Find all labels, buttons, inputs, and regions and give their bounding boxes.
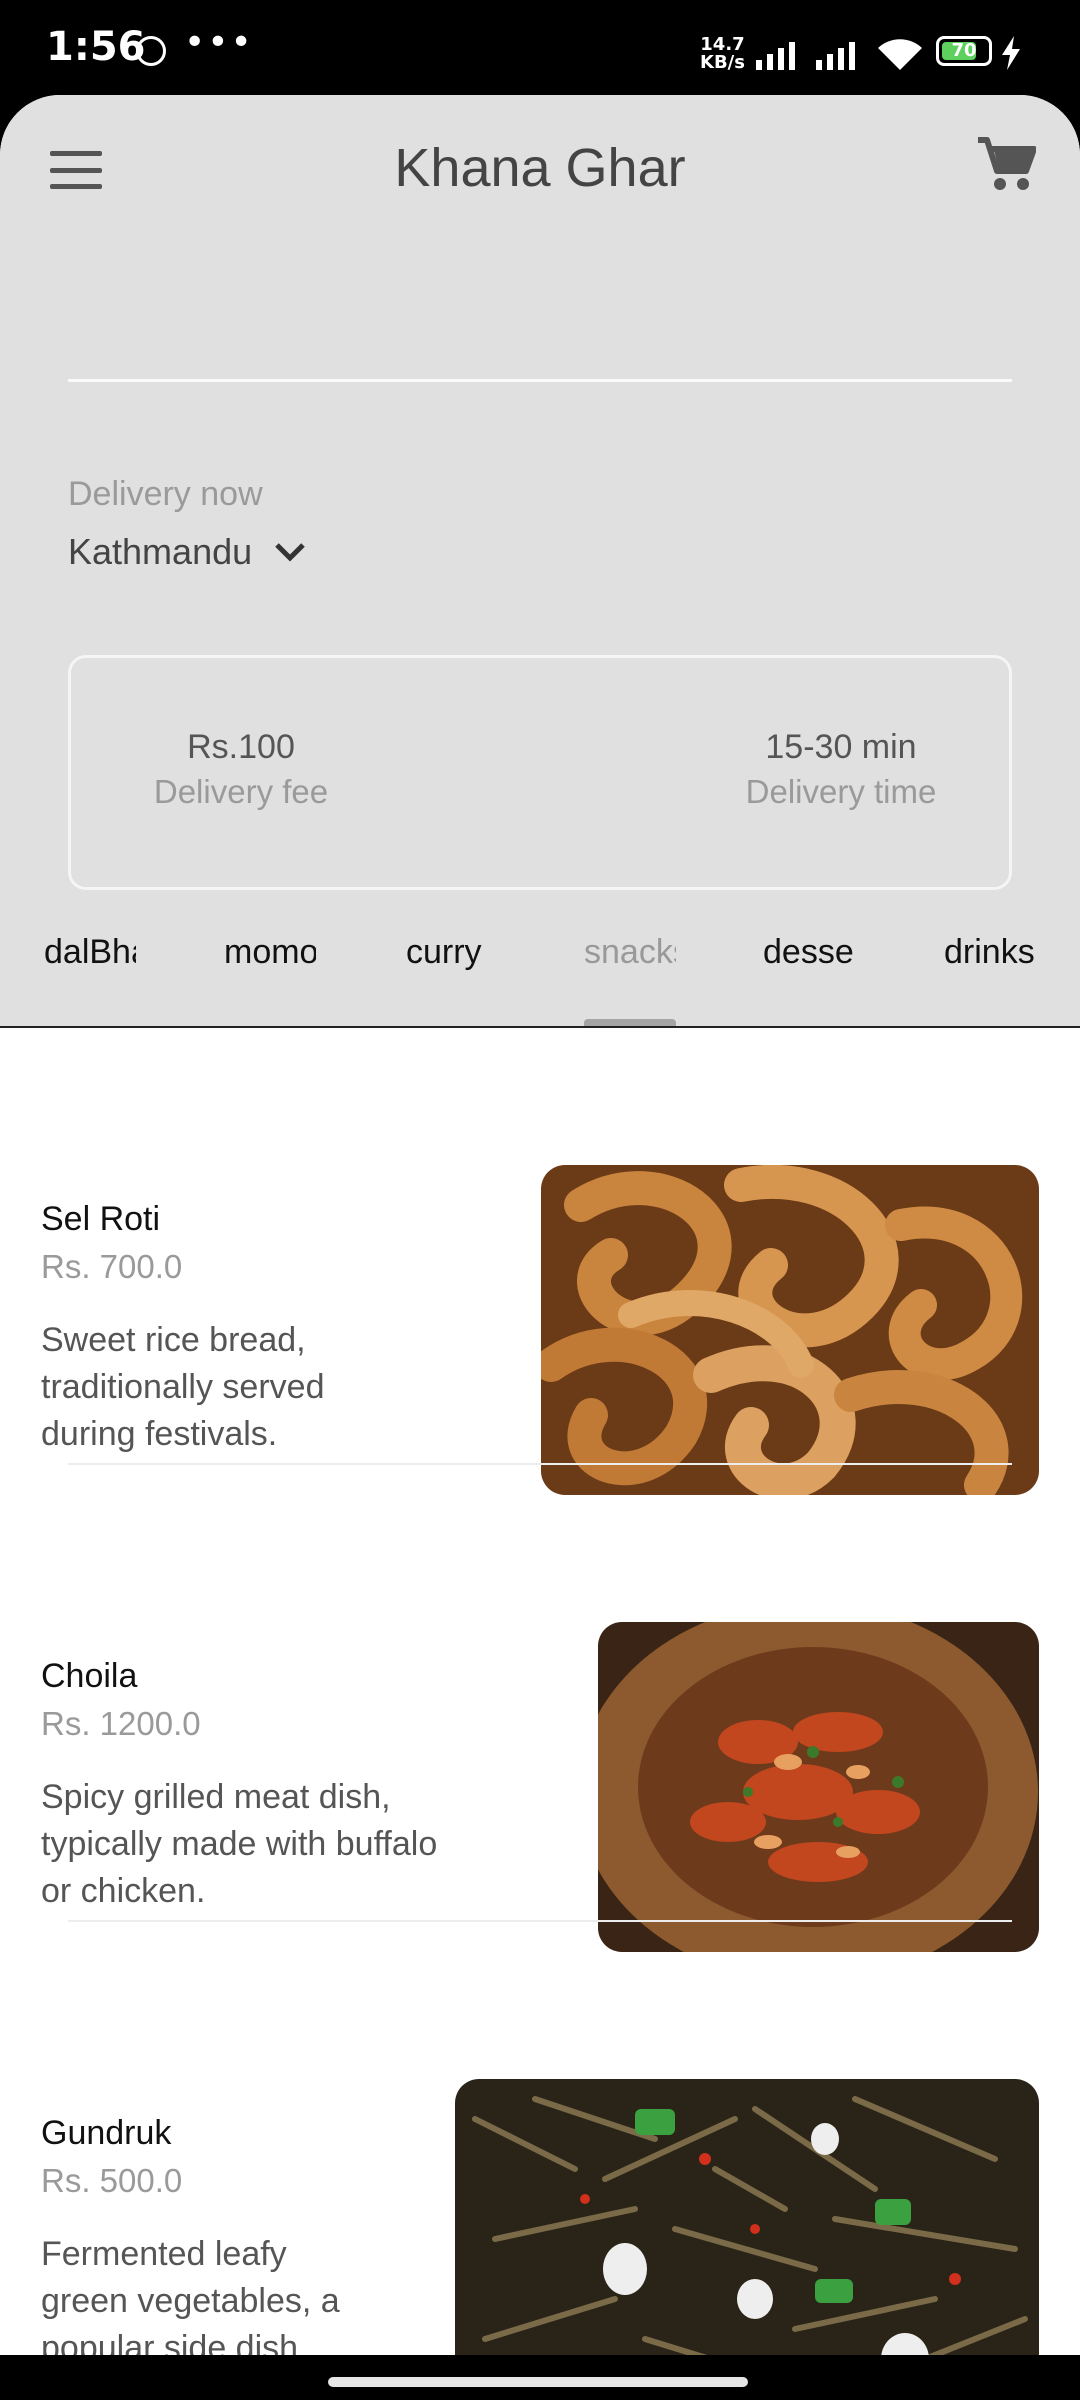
item-description: Fermented leafy green vegetables, a popula…: [41, 2235, 340, 2355]
item-description: Sweet rice bread, traditionally served dur…: [41, 1321, 325, 1453]
location-label: Kathmandu: [68, 531, 253, 572]
tab-snacks[interactable]: snacks: [584, 933, 676, 983]
item-name: Gundruk: [41, 2114, 172, 2152]
shopping-cart-icon[interactable]: [976, 137, 1036, 193]
status-bar: 1:56 ••• 14.7 KB/s 70: [0, 0, 1080, 95]
wifi-icon: [878, 39, 922, 70]
tab-dalbhat[interactable]: dalBhat: [44, 933, 136, 983]
tab-drinks[interactable]: drinks: [944, 933, 1036, 983]
menu-item[interactable]: Gundruk Rs. 500.0 Fermented leafy green v…: [0, 1984, 1080, 2355]
delivery-fee-value: Rs.100: [187, 728, 295, 766]
sel-roti-image: [541, 1165, 1039, 1495]
battery-icon: 70: [936, 36, 992, 66]
item-price: Rs. 500.0: [41, 2162, 183, 2199]
search-field-underline[interactable]: [68, 379, 1012, 382]
delivery-fee-label: Delivery fee: [153, 773, 329, 810]
delivery-time-label: Delivery time: [745, 773, 937, 810]
signal-icon-2: [816, 38, 855, 70]
gesture-handle[interactable]: [328, 2377, 748, 2387]
signal-icon: [756, 38, 795, 70]
item-description: Spicy grilled meat dish, typically made w…: [41, 1778, 438, 1910]
tab-momo[interactable]: momo: [224, 933, 316, 983]
network-speed-unit: KB/s: [700, 52, 745, 73]
delivery-mode-label: Delivery now: [68, 475, 263, 513]
chevron-down-icon: [275, 543, 305, 562]
delivery-time-block: 15-30 min Delivery time: [671, 728, 1011, 811]
tab-indicator: [584, 1019, 676, 1026]
network-speed: 14.7 KB/s: [700, 36, 745, 72]
delivery-time-value: 15-30 min: [765, 728, 917, 766]
delivery-info-card: Rs.100 Delivery fee 15-30 min Delivery t…: [68, 655, 1012, 890]
charging-icon: [1002, 36, 1020, 70]
choila-image: [598, 1622, 1039, 1952]
category-tabs: dalBhat momo curry snacks desserts drink…: [0, 933, 1080, 1023]
more-notifications-icon: •••: [184, 22, 254, 63]
item-name: Choila: [41, 1657, 138, 1695]
location-selector[interactable]: Kathmandu: [68, 531, 306, 573]
divider: [68, 1920, 1012, 1922]
notification-icon: [136, 36, 166, 66]
battery-level: 70: [951, 40, 977, 61]
delivery-fee-block: Rs.100 Delivery fee: [71, 728, 411, 811]
menu-item[interactable]: Choila Rs. 1200.0 Spicy grilled meat dis…: [0, 1527, 1080, 1952]
item-price: Rs. 1200.0: [41, 1705, 201, 1742]
page-title: Khana Ghar: [394, 138, 686, 198]
gundruk-image: [455, 2079, 1039, 2355]
system-nav-bar: [0, 2355, 1080, 2400]
tab-desserts[interactable]: desserts: [763, 933, 855, 983]
tab-curry[interactable]: curry: [406, 933, 498, 983]
divider: [68, 1463, 1012, 1465]
menu-item[interactable]: Sel Roti Rs. 700.0 Sweet rice bread, trad…: [0, 1070, 1080, 1495]
app-screen: Khana Ghar Delivery now Kathmandu Rs.100…: [0, 95, 1080, 2355]
restaurant-header: Khana Ghar Delivery now Kathmandu Rs.100…: [0, 95, 1080, 1028]
status-time: 1:56: [46, 24, 146, 70]
item-name: Sel Roti: [41, 1200, 161, 1238]
item-price: Rs. 700.0: [41, 1248, 183, 1285]
